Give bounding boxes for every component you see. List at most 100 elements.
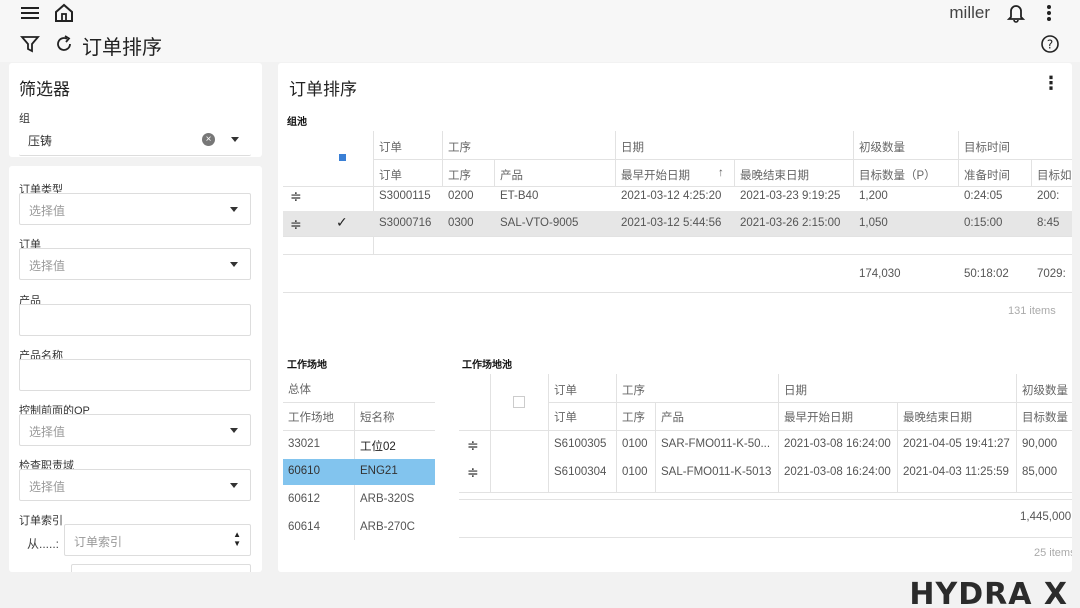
workplace-pool-label: 工作场地池 xyxy=(462,360,512,371)
table-cell: 2021-03-12 5:44:56 xyxy=(621,217,722,229)
checkmark-icon[interactable]: ✓ xyxy=(336,214,348,231)
order-type-placeholder: 选择值 xyxy=(29,204,66,218)
table-cell: SAL-VTO-9005 xyxy=(500,217,579,229)
check-area-select[interactable]: 选择值 xyxy=(19,469,251,501)
col-header-setup-time[interactable]: 准备时间 xyxy=(964,167,1010,183)
table-cell: 8:45 xyxy=(1037,217,1060,229)
group-select[interactable]: 压铸 × xyxy=(19,124,251,156)
wp-col-header-order[interactable]: 订单 xyxy=(554,409,577,425)
home-icon[interactable] xyxy=(53,3,75,23)
col-header-workplace[interactable]: 工作场地 xyxy=(288,409,334,425)
chevron-down-icon xyxy=(230,207,238,212)
chevron-down-icon xyxy=(230,428,238,433)
group-header-target-time: 目标时间 xyxy=(964,142,1010,154)
wp-col-header-latest-end[interactable]: 最晚结束日期 xyxy=(903,409,972,425)
order-type-select[interactable]: 选择值 xyxy=(19,193,251,225)
bell-icon[interactable] xyxy=(1005,3,1027,23)
top-bar: miller xyxy=(0,0,1080,27)
table-cell: 2021-03-26 2:15:00 xyxy=(740,217,841,229)
drag-handle-icon[interactable]: ≑ xyxy=(290,217,302,231)
drag-handle-icon[interactable]: ≑ xyxy=(290,189,302,203)
col-header-earliest-start[interactable]: 最早开始日期 xyxy=(621,167,690,183)
filter-panel-title: 筛选器 xyxy=(19,80,70,99)
table-cell: 1,050 xyxy=(859,217,888,229)
more-vertical-icon[interactable] xyxy=(1041,3,1057,23)
wp-group-header-quantity: 初级数量 xyxy=(1022,385,1068,397)
col-header-short-name[interactable]: 短名称 xyxy=(360,409,395,425)
col-header-product[interactable]: 产品 xyxy=(500,167,523,183)
table-cell: 2021-03-23 9:19:25 xyxy=(740,190,841,202)
select-all-checkbox[interactable] xyxy=(337,152,349,164)
main-panel: 订单排序 ⋮ 组池 订单 工序 日期 初级数量 目标时间 订单 工序 产品 最早… xyxy=(278,63,1072,572)
workplace-group-header: 总体 xyxy=(288,384,311,396)
wp-col-header-operation[interactable]: 工序 xyxy=(622,409,645,425)
chevron-down-icon xyxy=(230,483,238,488)
main-title: 订单排序 xyxy=(289,80,357,99)
sort-ascending-icon[interactable]: ↑ xyxy=(718,167,724,179)
control-op-placeholder: 选择值 xyxy=(29,425,66,439)
order-index-from-input[interactable]: 订单索引 ▲ ▼ xyxy=(64,524,251,556)
table-cell: 2021-03-08 16:24:00 xyxy=(784,466,891,478)
help-icon[interactable]: ? xyxy=(1039,33,1061,55)
control-op-select[interactable]: 选择值 xyxy=(19,414,251,446)
select-all-checkbox[interactable] xyxy=(513,396,525,408)
order-index-placeholder: 订单索引 xyxy=(74,535,123,549)
refresh-icon[interactable] xyxy=(53,33,75,55)
table-cell: ARB-320S xyxy=(360,493,415,505)
group-header-order: 订单 xyxy=(379,142,402,154)
chevron-down-icon xyxy=(231,137,239,142)
col-header-target-qty[interactable]: 目标数量（P） xyxy=(859,167,936,183)
table-cell: 0300 xyxy=(448,217,474,229)
table-row[interactable]: 60610 xyxy=(288,465,320,477)
wp-group-header-date: 日期 xyxy=(784,385,807,397)
order-select[interactable]: 选择值 xyxy=(19,248,251,280)
table-cell: 2021-04-05 19:41:27 xyxy=(903,438,1010,450)
clear-icon[interactable]: × xyxy=(202,133,215,146)
group-pool-item-count: 131 items xyxy=(1008,305,1056,317)
from-label: 从.....: xyxy=(27,537,60,551)
product-input[interactable] xyxy=(19,304,251,336)
total-setup-time: 50:18:02 xyxy=(964,268,1009,280)
group-header-date: 日期 xyxy=(621,142,644,154)
table-cell: 0100 xyxy=(622,438,648,450)
table-cell: 2021-03-12 4:25:20 xyxy=(621,190,722,202)
wp-total-target-qty: 1,445,000 xyxy=(1020,511,1072,523)
table-cell: 2021-04-03 11:25:59 xyxy=(903,466,1009,478)
group-pool-label: 组池 xyxy=(287,117,307,128)
filter-panel-header: 筛选器 组 压铸 × xyxy=(9,63,262,157)
menu-icon[interactable] xyxy=(20,4,40,22)
col-header-operation[interactable]: 工序 xyxy=(448,167,471,183)
table-cell: 85,000 xyxy=(1022,466,1058,478)
wp-col-header-product[interactable]: 产品 xyxy=(661,409,684,425)
wp-col-header-target-qty[interactable]: 目标数量 xyxy=(1022,409,1072,425)
filter-icon[interactable] xyxy=(20,34,40,54)
col-header-latest-end[interactable]: 最晚结束日期 xyxy=(740,167,809,183)
table-cell: ET-B40 xyxy=(500,190,539,202)
drag-handle-icon[interactable]: ≑ xyxy=(467,438,479,452)
table-cell: 工位02 xyxy=(360,441,396,453)
table-row[interactable]: S3000716 xyxy=(379,217,431,229)
table-row[interactable]: 60612 xyxy=(288,493,320,505)
workplace-pool-item-count: 25 items xyxy=(1034,547,1072,559)
table-row[interactable]: S6100305 xyxy=(554,438,606,450)
chevron-down-icon xyxy=(230,262,238,267)
table-cell: SAL-FMO011-K-5013 xyxy=(661,466,772,478)
order-placeholder: 选择值 xyxy=(29,259,66,273)
col-header-target-more[interactable]: 目标如 xyxy=(1037,167,1072,183)
drag-handle-icon[interactable]: ≑ xyxy=(467,465,479,479)
table-cell: 0:15:00 xyxy=(964,217,1003,229)
product-name-input[interactable] xyxy=(19,359,251,391)
order-index-to-input[interactable] xyxy=(71,564,251,572)
group-header-quantity: 初级数量 xyxy=(859,142,905,154)
user-name[interactable]: miller xyxy=(949,3,990,23)
table-row[interactable]: 33021 xyxy=(288,438,320,450)
stepper-icon[interactable]: ▲ ▼ xyxy=(233,530,241,548)
wp-col-header-earliest-start[interactable]: 最早开始日期 xyxy=(784,409,853,425)
total-target-more: 7029: xyxy=(1037,268,1066,280)
col-header-order[interactable]: 订单 xyxy=(379,167,402,183)
svg-text:?: ? xyxy=(1047,38,1053,52)
table-row[interactable]: S3000115 xyxy=(379,190,431,202)
more-vertical-icon[interactable]: ⋮ xyxy=(1042,73,1060,94)
table-row[interactable]: 60614 xyxy=(288,521,320,533)
table-row[interactable]: S6100304 xyxy=(554,466,606,478)
